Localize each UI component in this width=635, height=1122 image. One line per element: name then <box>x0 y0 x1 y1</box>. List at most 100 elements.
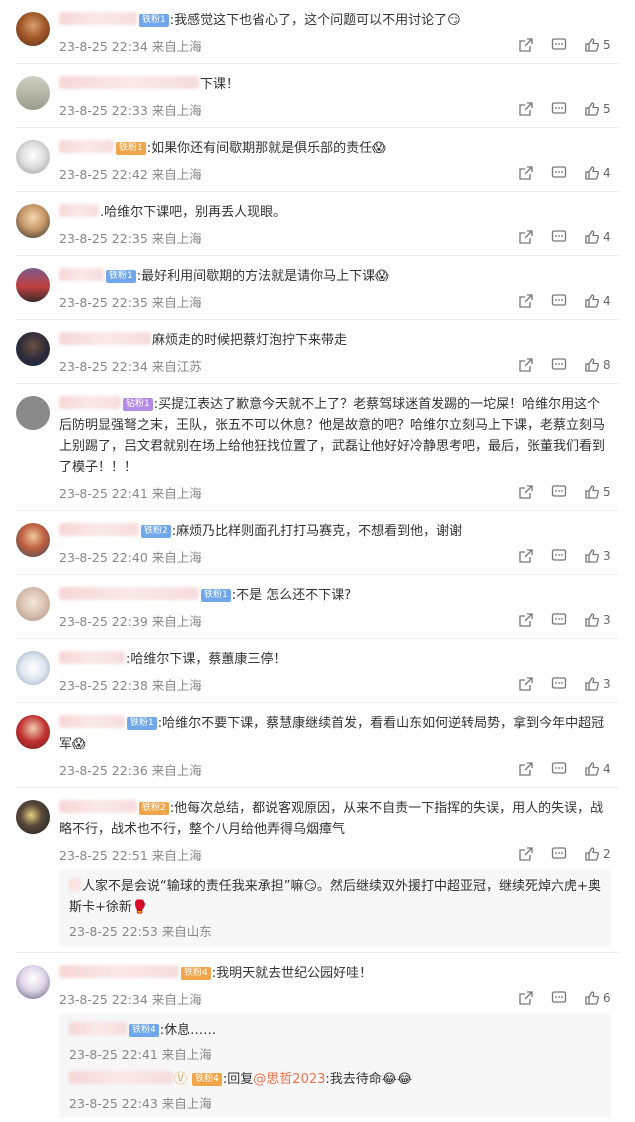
comment-meta: 23-8-25 22:51 来自上海 <box>59 847 202 863</box>
comment-meta: 23-8-25 22:38 来自上海 <box>59 677 202 693</box>
comment-text: 不是 怎么还不下课? <box>236 588 352 603</box>
like-icon[interactable] <box>584 37 600 53</box>
avatar[interactable] <box>16 715 50 749</box>
share-icon[interactable] <box>518 548 534 564</box>
share-icon[interactable] <box>518 990 534 1006</box>
celebrate-emoji-icon: 😱 <box>72 737 86 752</box>
share-icon[interactable] <box>518 846 534 862</box>
avatar[interactable] <box>16 587 50 621</box>
username-blurred[interactable] <box>59 204 99 217</box>
username-blurred[interactable] <box>59 12 137 25</box>
like-count: 5 <box>603 38 611 52</box>
like-count: 6 <box>603 991 611 1005</box>
comment-meta: 23-8-25 22:34 来自上海 <box>59 991 202 1007</box>
share-icon[interactable] <box>518 293 534 309</box>
share-icon[interactable] <box>518 612 534 628</box>
avatar[interactable] <box>16 332 50 366</box>
username-blurred[interactable] <box>59 268 104 281</box>
avatar[interactable] <box>16 140 50 174</box>
share-icon[interactable] <box>518 761 534 777</box>
comment-actions: 5 <box>501 101 611 117</box>
reply-list: 人家不是会说“输球的责任我来承担”嘛😏。然后继续双外援打中超亚冠，继续死焯六虎+… <box>59 870 611 946</box>
like-count: 5 <box>603 102 611 116</box>
comment-item: :哈维尔下课，蔡蕙康三停！ 23-8-25 22:38 来自上海 3 <box>0 639 635 703</box>
username-blurred[interactable] <box>59 651 125 664</box>
share-icon[interactable] <box>518 484 534 500</box>
username-blurred[interactable] <box>69 878 81 891</box>
avatar[interactable] <box>16 523 50 557</box>
comment-icon[interactable] <box>551 676 567 692</box>
username-blurred[interactable] <box>59 965 179 978</box>
avatar[interactable] <box>16 268 50 302</box>
share-icon[interactable] <box>518 229 534 245</box>
like-icon[interactable] <box>584 548 600 564</box>
username-blurred[interactable] <box>69 1022 127 1035</box>
like-icon[interactable] <box>584 101 600 117</box>
like-icon[interactable] <box>584 357 600 373</box>
share-icon[interactable] <box>518 37 534 53</box>
comment-meta: 23-8-25 22:33 来自上海 <box>59 102 202 118</box>
username-blurred[interactable] <box>59 140 114 153</box>
comment-text: 我明天就去世纪公园好哇！ <box>216 966 373 981</box>
comment-icon[interactable] <box>551 484 567 500</box>
comment-actions: 4 <box>501 165 611 181</box>
like-icon[interactable] <box>584 229 600 245</box>
avatar[interactable] <box>16 800 50 834</box>
mention-link[interactable]: @思哲2023 <box>253 1072 325 1087</box>
comment-icon[interactable] <box>551 990 567 1006</box>
comment-icon[interactable] <box>551 846 567 862</box>
scream-emoji-icon: 😱 <box>375 269 389 284</box>
comment-meta: 23-8-25 22:34 来自上海 <box>59 38 202 54</box>
like-icon[interactable] <box>584 761 600 777</box>
avatar[interactable] <box>16 76 50 110</box>
avatar[interactable] <box>16 12 50 46</box>
username-blurred[interactable] <box>59 587 199 600</box>
username-blurred[interactable] <box>59 76 199 89</box>
comment-icon[interactable] <box>551 612 567 628</box>
username-blurred[interactable] <box>69 1071 173 1084</box>
avatar[interactable] <box>16 651 50 685</box>
like-icon[interactable] <box>584 676 600 692</box>
avatar[interactable] <box>16 965 50 999</box>
username-blurred[interactable] <box>59 332 151 345</box>
username-blurred[interactable] <box>59 523 139 536</box>
like-icon[interactable] <box>584 293 600 309</box>
avatar[interactable] <box>16 396 50 430</box>
comment-actions: 3 <box>501 676 611 692</box>
username-blurred[interactable] <box>59 715 125 728</box>
share-icon[interactable] <box>518 676 534 692</box>
username-blurred[interactable] <box>59 396 121 409</box>
comment-icon[interactable] <box>551 37 567 53</box>
comment-actions: 4 <box>501 229 611 245</box>
reply-text: 休息…… <box>164 1023 217 1038</box>
comment-item: .哈维尔下课吧，别再丢人现眼。 23-8-25 22:35 来自上海 4 <box>0 192 635 256</box>
comment-icon[interactable] <box>551 229 567 245</box>
share-icon[interactable] <box>518 357 534 373</box>
share-icon[interactable] <box>518 101 534 117</box>
comment-actions: 6 <box>501 990 611 1006</box>
comment-icon[interactable] <box>551 357 567 373</box>
comment-actions: 5 <box>501 484 611 500</box>
like-icon[interactable] <box>584 612 600 628</box>
smile-emoji-icon: 😏 <box>447 13 461 28</box>
comment-item: 铁粉2:他每次总结，都说客观原因，从来不自责一下指挥的失误，用人的失误，战略不行… <box>0 788 635 953</box>
like-count: 4 <box>603 762 611 776</box>
comment-icon[interactable] <box>551 293 567 309</box>
comment-item: 麻烦走的时候把蔡灯泡拧下来带走 23-8-25 22:34 来自江苏 8 <box>0 320 635 384</box>
username-blurred[interactable] <box>59 800 137 813</box>
fan-badge: 铁粉2 <box>141 525 171 538</box>
avatar[interactable] <box>16 204 50 238</box>
comment-icon[interactable] <box>551 101 567 117</box>
comment-actions: 3 <box>501 612 611 628</box>
like-icon[interactable] <box>584 846 600 862</box>
comment-meta: 23-8-25 22:42 来自上海 <box>59 166 202 182</box>
comment-icon[interactable] <box>551 761 567 777</box>
like-icon[interactable] <box>584 990 600 1006</box>
comment-icon[interactable] <box>551 165 567 181</box>
like-icon[interactable] <box>584 165 600 181</box>
comment-text: 最好利用间歇期的方法就是请你马上下课 <box>141 269 376 284</box>
comment-icon[interactable] <box>551 548 567 564</box>
share-icon[interactable] <box>518 165 534 181</box>
like-count: 3 <box>603 677 611 691</box>
like-icon[interactable] <box>584 484 600 500</box>
